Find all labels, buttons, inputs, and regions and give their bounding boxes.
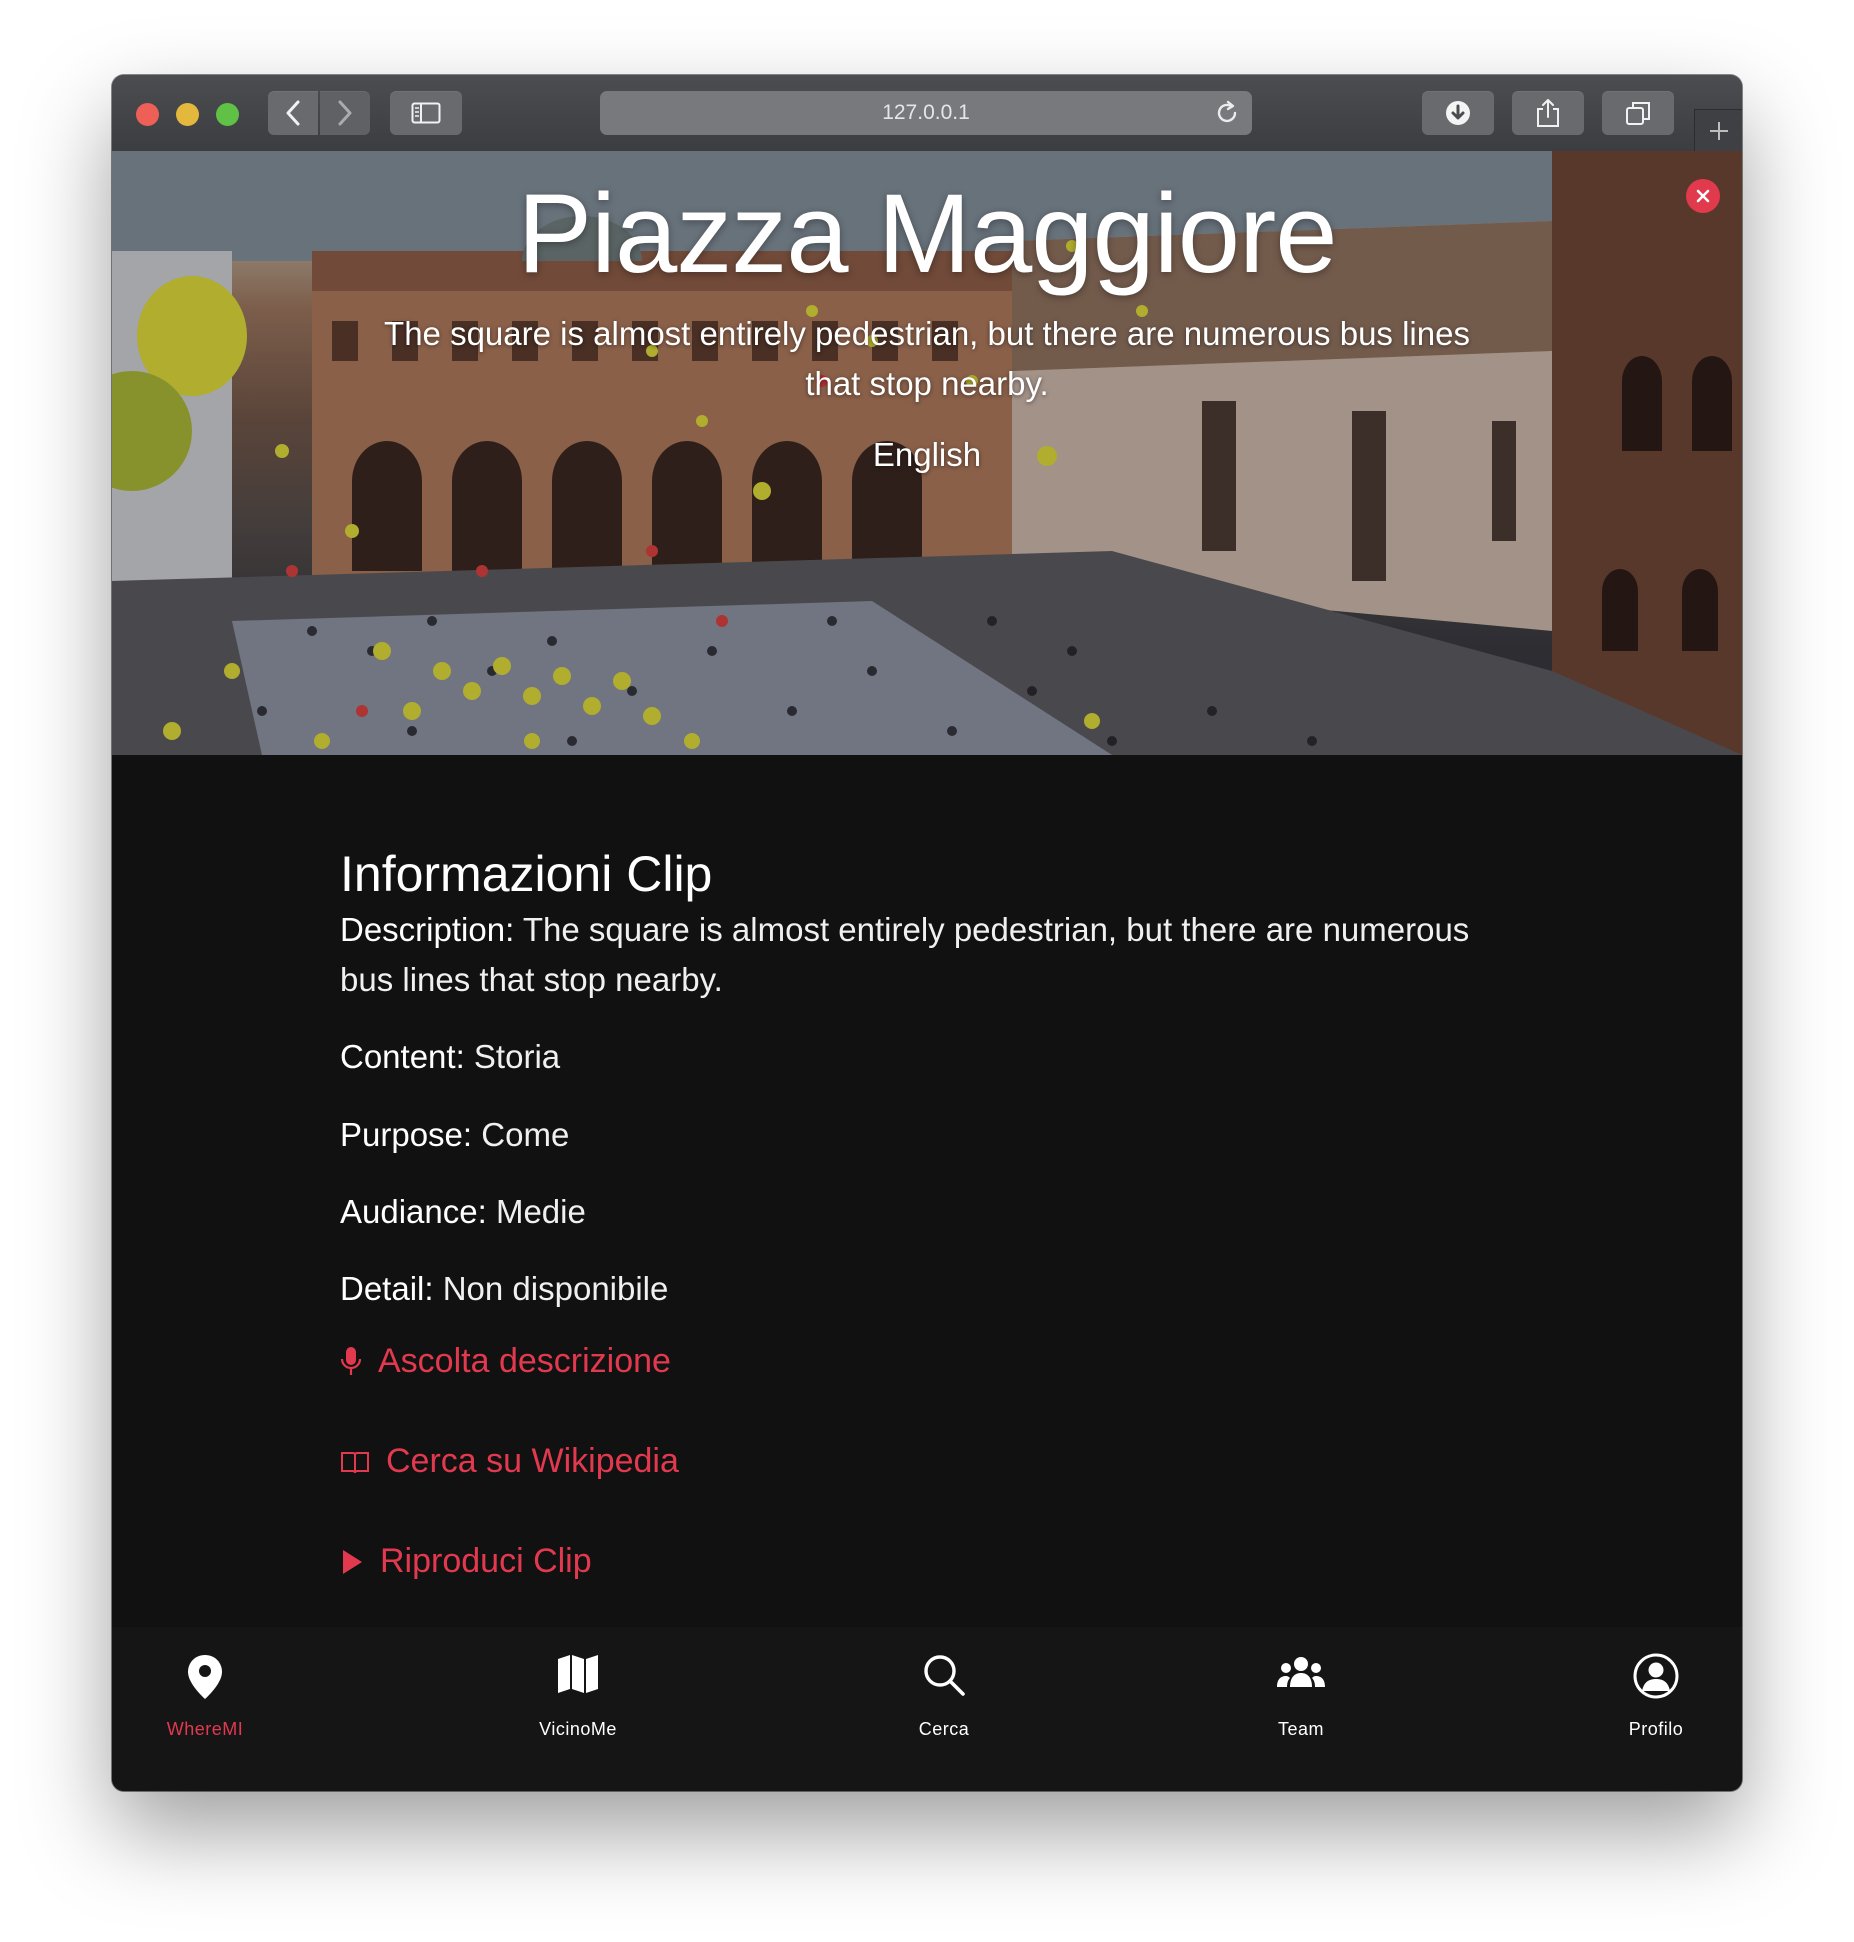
browser-toolbar: 127.0.0.1 bbox=[112, 75, 1742, 152]
audience-value: Medie bbox=[495, 1193, 586, 1230]
search-icon bbox=[924, 1655, 965, 1696]
close-button[interactable] bbox=[1686, 179, 1720, 213]
place-title: Piazza Maggiore bbox=[517, 171, 1337, 296]
detail-value: Non disponibile bbox=[442, 1270, 669, 1307]
detail-row: Detail: Non disponibile bbox=[340, 1264, 1510, 1314]
purpose-label: Purpose: bbox=[340, 1116, 473, 1153]
nav-label-profilo: Profilo bbox=[1628, 1719, 1684, 1739]
purpose-value: Come bbox=[481, 1116, 570, 1153]
nav-item-wheremi[interactable]: WhereMI bbox=[125, 1627, 285, 1791]
address-bar[interactable]: 127.0.0.1 bbox=[600, 91, 1252, 135]
chevron-left-icon bbox=[286, 100, 300, 126]
clip-info-heading: Informazioni Clip bbox=[340, 846, 713, 902]
content-label: Content: bbox=[340, 1038, 465, 1075]
minimize-window-button[interactable] bbox=[176, 103, 199, 126]
play-clip-label: Riproduci Clip bbox=[380, 1542, 592, 1580]
zoom-window-button[interactable] bbox=[216, 103, 239, 126]
bottom-navigation: WhereMI VicinoMe Cerca Team Profilo bbox=[112, 1627, 1742, 1791]
play-clip-link[interactable]: Riproduci Clip bbox=[340, 1542, 592, 1581]
map-pin-icon bbox=[188, 1655, 222, 1699]
plus-icon bbox=[1710, 122, 1728, 140]
sidebar-toggle-button[interactable] bbox=[390, 91, 462, 135]
back-button[interactable] bbox=[268, 91, 318, 135]
content-value: Storia bbox=[473, 1038, 561, 1075]
wikipedia-search-link[interactable]: Cerca su Wikipedia bbox=[340, 1442, 679, 1481]
download-icon bbox=[1446, 101, 1470, 125]
new-tab-button[interactable] bbox=[1694, 109, 1742, 152]
forward-button[interactable] bbox=[320, 91, 370, 135]
play-icon bbox=[343, 1549, 362, 1574]
close-window-button[interactable] bbox=[136, 103, 159, 126]
chevron-right-icon bbox=[338, 100, 352, 126]
share-button[interactable] bbox=[1512, 91, 1584, 135]
content-row: Content: Storia bbox=[340, 1032, 1510, 1082]
nav-label-wheremi: WhereMI bbox=[166, 1719, 244, 1739]
audience-row: Audiance: Medie bbox=[340, 1187, 1510, 1237]
downloads-button[interactable] bbox=[1422, 91, 1494, 135]
detail-label: Detail: bbox=[340, 1270, 434, 1307]
reload-icon[interactable] bbox=[1214, 100, 1240, 126]
listen-description-link[interactable]: Ascolta descrizione bbox=[340, 1342, 671, 1381]
share-icon bbox=[1537, 99, 1559, 127]
language-selector[interactable]: English bbox=[112, 436, 1742, 474]
map-icon bbox=[558, 1655, 598, 1693]
close-icon bbox=[1696, 189, 1710, 203]
listen-description-label: Ascolta descrizione bbox=[378, 1342, 671, 1380]
audience-label: Audiance: bbox=[340, 1193, 487, 1230]
address-text: 127.0.0.1 bbox=[882, 101, 970, 124]
nav-label-vicinome: VicinoMe bbox=[539, 1719, 617, 1739]
nav-label-cerca: Cerca bbox=[918, 1719, 970, 1739]
description-row: Description: The square is almost entire… bbox=[340, 905, 1510, 1005]
purpose-row: Purpose: Come bbox=[340, 1110, 1510, 1160]
nav-item-cerca[interactable]: Cerca bbox=[864, 1627, 1024, 1791]
description-label: Description: bbox=[340, 911, 515, 948]
microphone-icon bbox=[340, 1346, 362, 1375]
browser-window: 127.0.0.1 Piazza Maggiore The square is … bbox=[112, 75, 1742, 1791]
place-subtitle: The square is almost entirely pedestrian… bbox=[384, 315, 1470, 402]
nav-label-team: Team bbox=[1277, 1719, 1324, 1739]
wikipedia-search-label: Cerca su Wikipedia bbox=[386, 1442, 679, 1480]
tabs-icon bbox=[1626, 102, 1650, 125]
sidebar-icon bbox=[411, 102, 441, 124]
nav-item-team[interactable]: Team bbox=[1221, 1627, 1381, 1791]
team-icon bbox=[1277, 1657, 1325, 1687]
book-icon bbox=[341, 1451, 369, 1473]
tab-overview-button[interactable] bbox=[1602, 91, 1674, 135]
nav-item-profilo[interactable]: Profilo bbox=[1576, 1627, 1736, 1791]
profile-icon bbox=[1633, 1653, 1679, 1699]
nav-item-vicinome[interactable]: VicinoMe bbox=[498, 1627, 658, 1791]
hero-banner: Piazza Maggiore The square is almost ent… bbox=[112, 151, 1742, 755]
